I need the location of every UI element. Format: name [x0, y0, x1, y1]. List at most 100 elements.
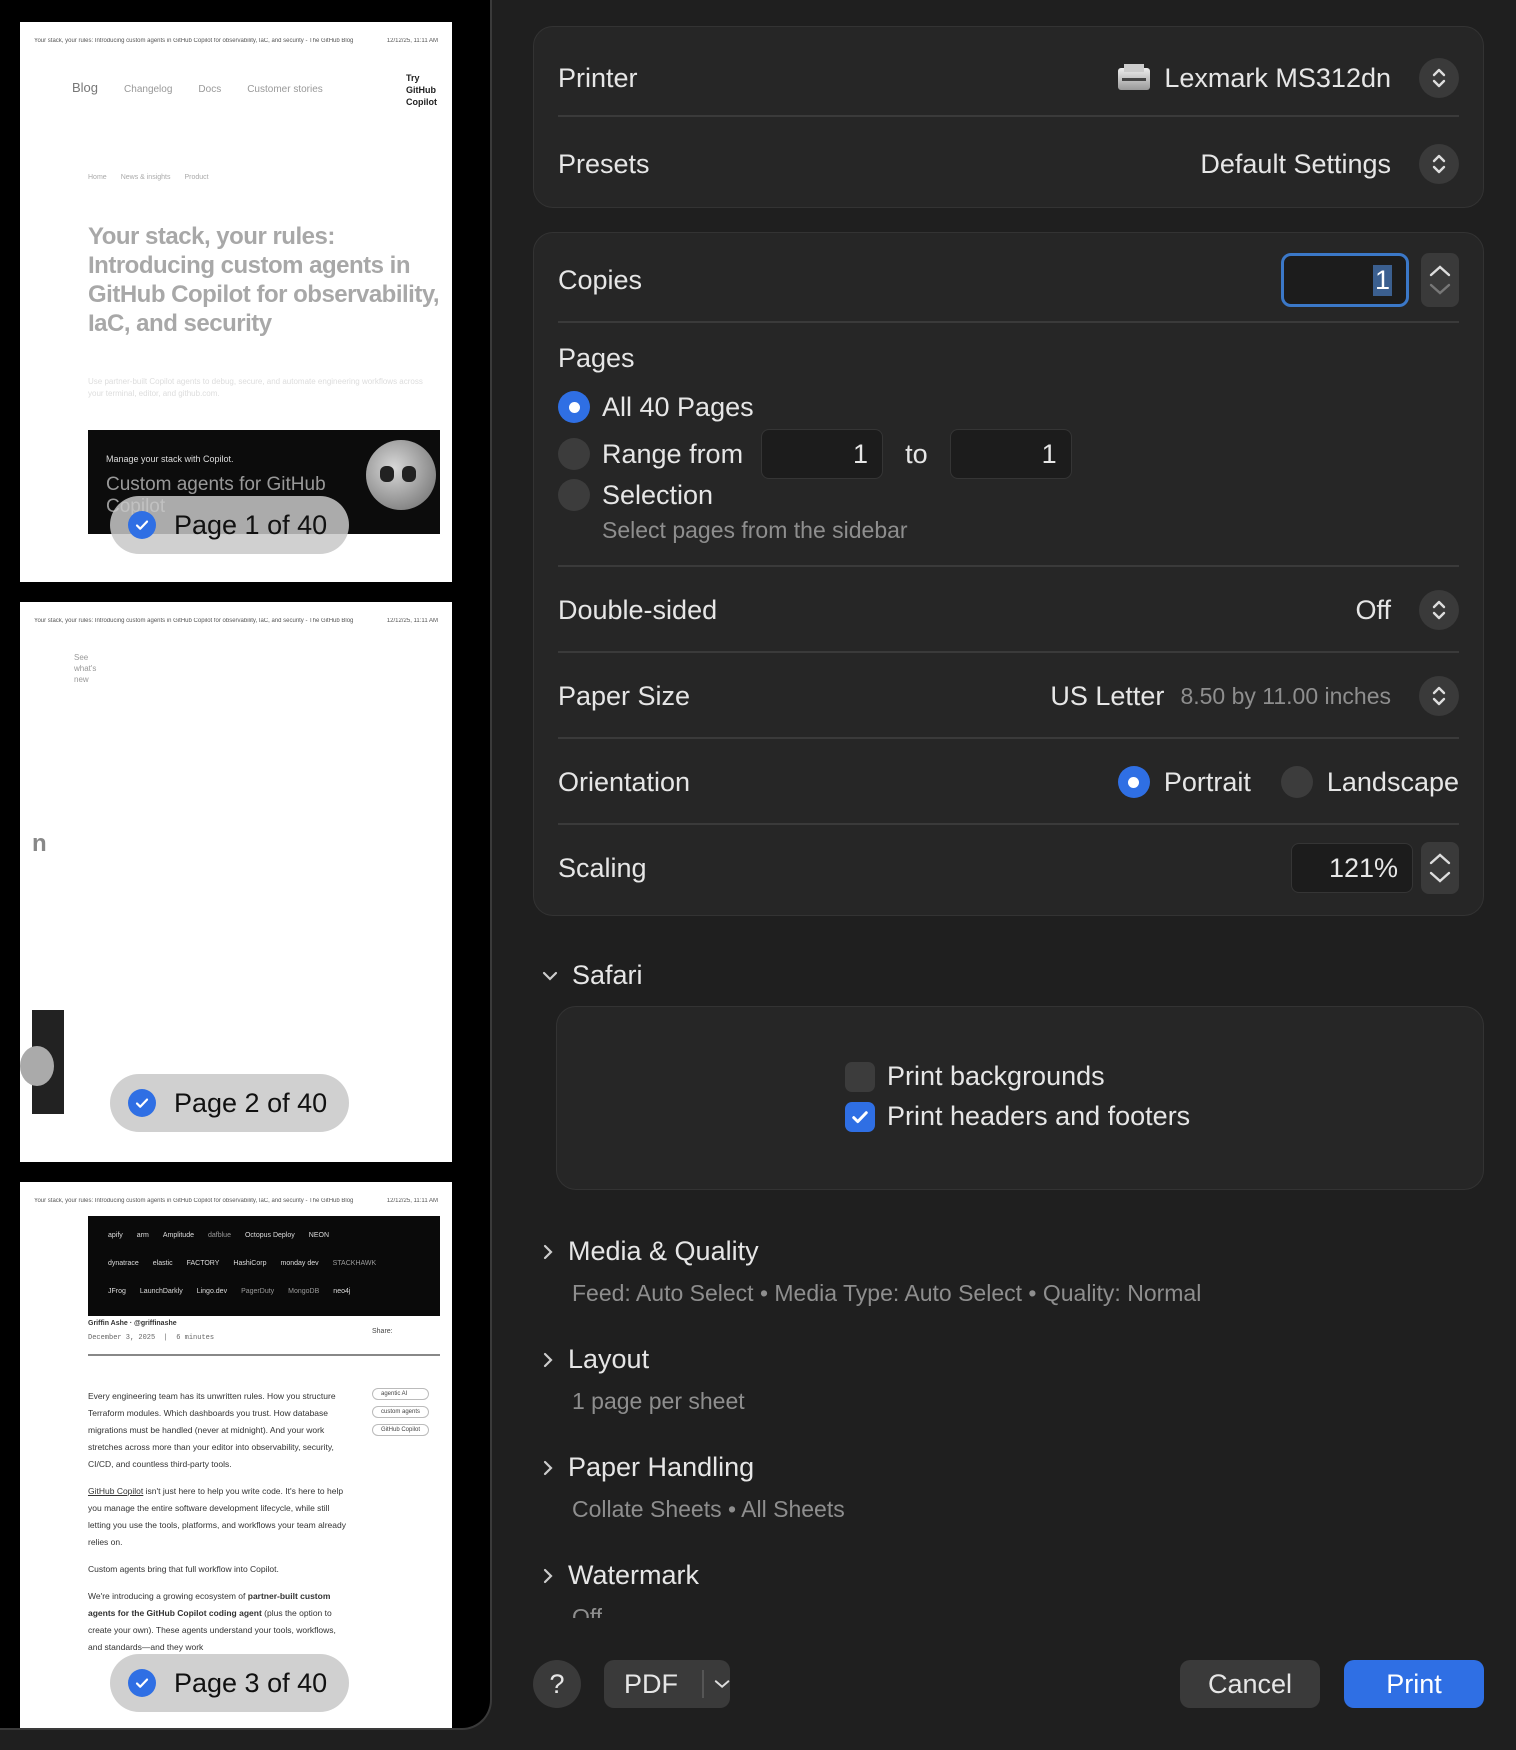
nav-changelog: Changelog [124, 84, 173, 95]
chevron-down-icon [714, 1680, 730, 1689]
chevron-up-down-icon [1419, 676, 1459, 716]
landscape-radio[interactable] [1280, 766, 1313, 798]
scaling-field[interactable]: 121% [1291, 843, 1413, 893]
share-label: Share: [372, 1328, 393, 1335]
pages-selection-option[interactable]: Selection [558, 479, 713, 511]
chevron-right-icon [543, 1244, 553, 1259]
partner-logos-banner: apify arm Amplitude dafblue Octopus Deploy NE… [88, 1216, 440, 1316]
nav-blog: Blog [72, 80, 99, 95]
cancel-button[interactable]: Cancel [1180, 1660, 1320, 1708]
copies-field[interactable]: 1 [1281, 253, 1409, 307]
clipped-image [20, 1010, 64, 1114]
radio-unselected[interactable] [558, 479, 590, 511]
selection-hint: Select pages from the sidebar [602, 517, 908, 543]
page-thumbnail-2[interactable]: 12/12/25, 11:11 AM Your stack, your rules… [20, 602, 452, 1162]
page-footer-text [34, 1150, 438, 1156]
presets-select[interactable]: Default Settings [1200, 144, 1459, 184]
copies-row: Copies 1 [558, 253, 1459, 307]
page-header-text: 12/12/25, 11:11 AM Your stack, your rules… [34, 618, 438, 624]
printer-label: Printer [558, 62, 638, 93]
layout-section-header[interactable]: Layout [542, 1344, 649, 1375]
checkmark-icon [128, 1089, 156, 1117]
presets-label: Presets [558, 148, 650, 179]
nav-customer-stories: Customer stories [247, 84, 323, 95]
page-footer-text [34, 1716, 438, 1722]
range-to-field[interactable]: 1 [949, 429, 1072, 479]
divider [702, 1670, 704, 1698]
safari-options-panel: Print backgrounds Print headers and foot… [556, 1006, 1484, 1190]
clipped-text-fragment: n [32, 830, 47, 857]
logo-row-1: apify arm Amplitude dafblue Octopus Deploy NE… [108, 1232, 330, 1239]
radio-selected[interactable] [558, 391, 590, 423]
chevron-down-icon [1429, 871, 1451, 883]
paper-size-select[interactable]: US Letter 8.50 by 11.00 inches [1050, 676, 1459, 716]
article-headline: Your stack, your rules: Introducing cust… [88, 223, 440, 337]
divider [558, 737, 1459, 739]
checkmark-icon [128, 1669, 156, 1697]
orientation-row: Orientation Portrait Landscape [558, 766, 1459, 798]
chevron-right-icon [543, 1352, 553, 1367]
logo-row-3: JFrog LaunchDarkly Lingo.dev PagerDuty Mongo… [108, 1288, 351, 1295]
page-header-text: 12/12/25, 11:11 AM Your stack, your rules… [34, 1198, 438, 1204]
see-whats-new: See what's new [74, 653, 97, 684]
paper-size-row: Paper Size US Letter 8.50 by 11.00 inche… [558, 673, 1459, 719]
printer-select[interactable]: Lexmark MS312dn [1116, 58, 1459, 98]
chevron-down-icon [1429, 283, 1451, 295]
divider [558, 115, 1459, 117]
safari-section-header[interactable]: Safari [542, 960, 643, 991]
printer-row: Printer Lexmark MS312dn [558, 55, 1459, 101]
checkbox-unchecked[interactable] [845, 1061, 875, 1092]
scaling-row: Scaling 121% [558, 841, 1459, 895]
page-header-text: 12/12/25, 11:11 AM Your stack, your rules… [34, 38, 438, 44]
chevron-up-down-icon [1419, 590, 1459, 630]
paper-handling-section-header[interactable]: Paper Handling [542, 1452, 754, 1483]
double-sided-row: Double-sided Off [558, 587, 1459, 633]
date-line: December 3, 2025 | 6 minutes [88, 1334, 215, 1342]
checkbox-checked[interactable] [845, 1101, 875, 1132]
chevron-up-down-icon [1419, 58, 1459, 98]
pdf-menu-button[interactable]: PDF [604, 1660, 730, 1708]
breadcrumb: Home News & insights Product [88, 174, 209, 181]
tag-list: agentic AI custom agents GitHub Copilot [372, 1388, 430, 1436]
logo-row-2: dynatrace elastic FACTORY HashiCorp monday d… [108, 1260, 377, 1267]
divider [558, 823, 1459, 825]
print-backgrounds-option[interactable]: Print backgrounds [845, 1061, 1105, 1092]
divider [558, 321, 1459, 323]
media-quality-section-header[interactable]: Media & Quality [542, 1236, 759, 1267]
copies-stepper[interactable] [1421, 253, 1459, 307]
page-thumbnail-3[interactable]: 12/12/25, 11:11 AM Your stack, your rules… [20, 1182, 452, 1728]
page-badge-2: Page 2 of 40 [110, 1074, 350, 1132]
pages-label: Pages [558, 343, 635, 373]
print-headers-option[interactable]: Print headers and footers [845, 1101, 1190, 1132]
chevron-right-icon [543, 1568, 553, 1583]
portrait-radio[interactable] [1117, 766, 1150, 798]
nav-docs: Docs [198, 84, 222, 95]
paper-handling-summary: Collate Sheets • All Sheets [572, 1496, 845, 1522]
watermark-section-header[interactable]: Watermark [542, 1560, 699, 1591]
chevron-up-icon [1429, 853, 1451, 865]
try-copilot-link: Try GitHub Copilot [406, 73, 437, 107]
pages-range-option[interactable]: Range from 1 to 1 [558, 429, 1072, 479]
divider [558, 565, 1459, 567]
watermark-summary-clip: Off [572, 1604, 602, 1618]
help-button[interactable]: ? [533, 1660, 581, 1708]
print-options-panel: Copies 1 Pages All 40 Pages Range from 1… [533, 232, 1484, 916]
page-badge-3: Page 3 of 40 [110, 1654, 350, 1712]
chevron-right-icon [543, 1460, 553, 1475]
watermark-summary: Off [572, 1604, 603, 1618]
radio-unselected[interactable] [558, 438, 590, 470]
scaling-stepper[interactable] [1421, 842, 1459, 894]
page-footer-text [34, 570, 438, 576]
author-line: Griffin Ashe · @griffinashe [88, 1320, 177, 1327]
printer-icon [1116, 64, 1152, 92]
article-body: Every engineering team has its unwritten… [88, 1391, 346, 1652]
pages-all-option[interactable]: All 40 Pages [558, 391, 754, 423]
print-button[interactable]: Print [1344, 1660, 1484, 1708]
double-sided-select[interactable]: Off [1355, 590, 1459, 630]
media-quality-summary: Feed: Auto Select • Media Type: Auto Sel… [572, 1280, 1202, 1306]
divider [558, 651, 1459, 653]
range-from-field[interactable]: 1 [761, 429, 884, 479]
checkmark-icon [852, 1110, 868, 1123]
page-thumbnail-sidebar[interactable]: 12/12/25, 11:11 AM Your stack, your rules… [0, 0, 492, 1730]
page-thumbnail-1[interactable]: 12/12/25, 11:11 AM Your stack, your rules… [20, 22, 452, 582]
